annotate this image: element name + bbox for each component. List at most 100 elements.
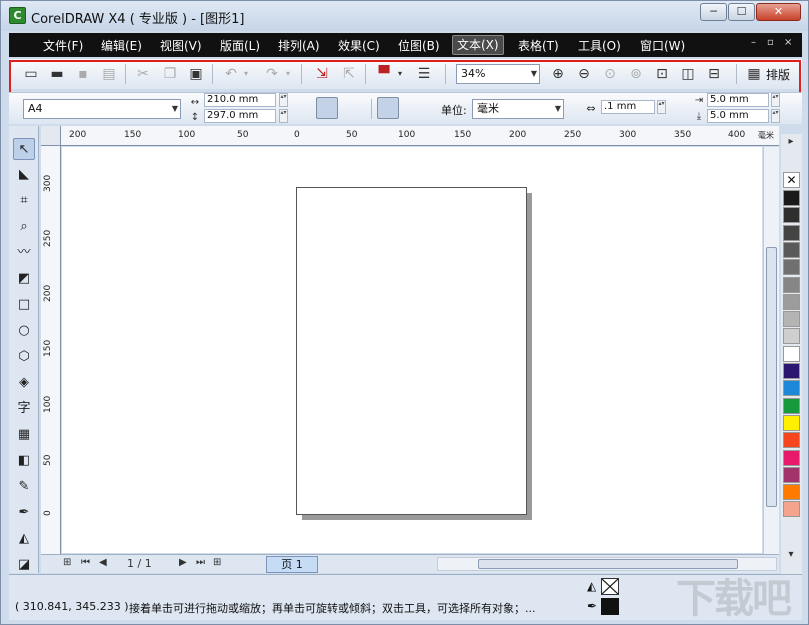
- eyedropper-tool-icon[interactable]: ✎: [13, 476, 35, 498]
- first-page-icon[interactable]: ⏮: [81, 557, 90, 568]
- zoom-page-width-icon[interactable]: ◫: [678, 64, 698, 84]
- duplicate-x-field[interactable]: 5.0 mm: [707, 93, 769, 107]
- color-swatch[interactable]: [783, 311, 800, 328]
- all-pages-toggle[interactable]: [377, 97, 399, 119]
- color-swatch[interactable]: [783, 293, 800, 310]
- color-swatch[interactable]: [783, 449, 800, 466]
- horizontal-ruler[interactable]: 200 150 100 50 0 50 100 150 200 250 300 …: [61, 126, 779, 146]
- zoom-page-height-icon[interactable]: ⊟: [704, 64, 724, 84]
- table-tool-icon[interactable]: ▦: [13, 424, 35, 446]
- color-swatch[interactable]: [783, 432, 800, 449]
- palette-scroll-up-icon[interactable]: ▸: [782, 134, 800, 150]
- redo-dropdown-icon[interactable]: ▾: [283, 64, 293, 84]
- shape-tool-icon[interactable]: ◣: [13, 164, 35, 186]
- menu-table[interactable]: 表格(T): [514, 37, 563, 54]
- current-page-toggle[interactable]: [403, 97, 425, 119]
- color-swatch[interactable]: [783, 328, 800, 345]
- palette-scroll-down-icon[interactable]: ▾: [782, 547, 800, 563]
- undo-dropdown-icon[interactable]: ▾: [241, 64, 251, 84]
- color-swatch[interactable]: [783, 397, 800, 414]
- layout-icon[interactable]: ▦: [744, 64, 764, 84]
- text-tool-icon[interactable]: 字: [13, 398, 35, 420]
- page-tab-1[interactable]: 页 1: [266, 556, 318, 573]
- color-swatch[interactable]: [783, 207, 800, 224]
- open-folder-icon[interactable]: ▬: [47, 64, 67, 84]
- add-page-after-icon[interactable]: ⊞: [213, 557, 221, 568]
- zoom-out-icon[interactable]: ⊖: [574, 64, 594, 84]
- new-document-icon[interactable]: ▭: [21, 64, 41, 84]
- last-page-icon[interactable]: ⏭: [196, 557, 205, 568]
- doc-restore-button[interactable]: ▫: [767, 37, 774, 48]
- welcome-screen-icon[interactable]: ☰: [414, 64, 434, 84]
- export-icon[interactable]: ⇱: [339, 64, 359, 84]
- vertical-scroll-thumb[interactable]: [766, 247, 777, 507]
- landscape-toggle[interactable]: [342, 97, 364, 119]
- menu-file[interactable]: 文件(F): [39, 37, 87, 54]
- color-swatch[interactable]: [783, 380, 800, 397]
- coreldraw-app-icon[interactable]: C: [9, 7, 26, 24]
- ruler-corner[interactable]: [41, 126, 61, 146]
- doc-close-button[interactable]: ×: [784, 37, 792, 48]
- vertical-scrollbar[interactable]: [763, 147, 779, 554]
- zoom-in-icon[interactable]: ⊕: [548, 64, 568, 84]
- menu-window[interactable]: 窗口(W): [636, 37, 689, 54]
- document-page[interactable]: [296, 187, 527, 515]
- color-swatch[interactable]: [783, 345, 800, 362]
- menu-tools[interactable]: 工具(O): [574, 37, 625, 54]
- copy-icon[interactable]: ❐: [160, 64, 180, 84]
- color-swatch[interactable]: [783, 501, 800, 518]
- zoom-tool-icon[interactable]: ⌕: [13, 216, 35, 238]
- menu-arrange[interactable]: 排列(A): [274, 37, 324, 54]
- rectangle-tool-icon[interactable]: □: [13, 294, 35, 316]
- basic-shapes-tool-icon[interactable]: ◈: [13, 372, 35, 394]
- fill-tool-icon[interactable]: ◭: [13, 528, 35, 550]
- duplicate-y-spinner[interactable]: ▴▾: [771, 109, 780, 123]
- menu-effects[interactable]: 效果(C): [334, 37, 384, 54]
- fill-indicator-icon[interactable]: ◭: [587, 579, 601, 595]
- freehand-tool-icon[interactable]: 〰: [13, 242, 35, 264]
- cut-icon[interactable]: ✂: [133, 64, 153, 84]
- page-height-field[interactable]: 297.0 mm: [204, 109, 276, 123]
- vertical-ruler[interactable]: 300 250 200 150 100 50 0: [41, 146, 61, 554]
- portrait-toggle[interactable]: [316, 97, 338, 119]
- zoom-to-page-icon[interactable]: ⊡: [652, 64, 672, 84]
- launcher-dropdown-icon[interactable]: ▾: [395, 64, 405, 84]
- paste-icon[interactable]: ▣: [186, 64, 206, 84]
- add-page-before-icon[interactable]: ⊞: [63, 557, 71, 568]
- color-swatch[interactable]: [783, 414, 800, 431]
- menu-edit[interactable]: 编辑(E): [97, 37, 146, 54]
- color-swatch[interactable]: [783, 466, 800, 483]
- interactive-fill-tool-icon[interactable]: ◪: [13, 554, 35, 576]
- color-swatch[interactable]: [783, 484, 800, 501]
- maximize-button[interactable]: ☐: [728, 3, 755, 21]
- redo-icon[interactable]: ↷: [262, 64, 282, 84]
- menu-layout[interactable]: 版面(L): [216, 37, 264, 54]
- color-swatch[interactable]: [783, 276, 800, 293]
- outline-color-swatch[interactable]: [601, 598, 619, 615]
- duplicate-x-spinner[interactable]: ▴▾: [771, 93, 780, 107]
- duplicate-y-field[interactable]: 5.0 mm: [707, 109, 769, 123]
- menu-bitmaps[interactable]: 位图(B): [394, 37, 444, 54]
- pick-tool-icon[interactable]: ↖: [13, 138, 35, 160]
- height-spinner[interactable]: ▴▾: [279, 109, 288, 123]
- paper-size-select[interactable]: A4 ▼: [23, 99, 181, 119]
- ellipse-tool-icon[interactable]: ○: [13, 320, 35, 342]
- minimize-button[interactable]: ─: [700, 3, 727, 21]
- save-icon[interactable]: ▪: [73, 64, 93, 84]
- color-swatch[interactable]: [783, 190, 800, 206]
- outline-tool-icon[interactable]: ✒: [13, 502, 35, 524]
- color-swatch[interactable]: [783, 241, 800, 258]
- fill-color-swatch[interactable]: [601, 578, 619, 595]
- interactive-blend-tool-icon[interactable]: ◧: [13, 450, 35, 472]
- polygon-tool-icon[interactable]: ⬡: [13, 346, 35, 368]
- smart-fill-tool-icon[interactable]: ◩: [13, 268, 35, 290]
- previous-page-icon[interactable]: ◀: [99, 557, 107, 568]
- title-bar[interactable]: C CorelDRAW X4 ( 专业版 ) - [图形1] ─ ☐ ✕: [1, 1, 808, 31]
- crop-tool-icon[interactable]: ⌗: [13, 190, 35, 212]
- close-button[interactable]: ✕: [756, 3, 801, 21]
- doc-minimize-button[interactable]: –: [751, 37, 756, 48]
- color-swatch[interactable]: [783, 224, 800, 241]
- menu-view[interactable]: 视图(V): [156, 37, 206, 54]
- units-select[interactable]: 毫米 ▼: [472, 99, 564, 119]
- application-launcher-icon[interactable]: ▀: [374, 64, 394, 84]
